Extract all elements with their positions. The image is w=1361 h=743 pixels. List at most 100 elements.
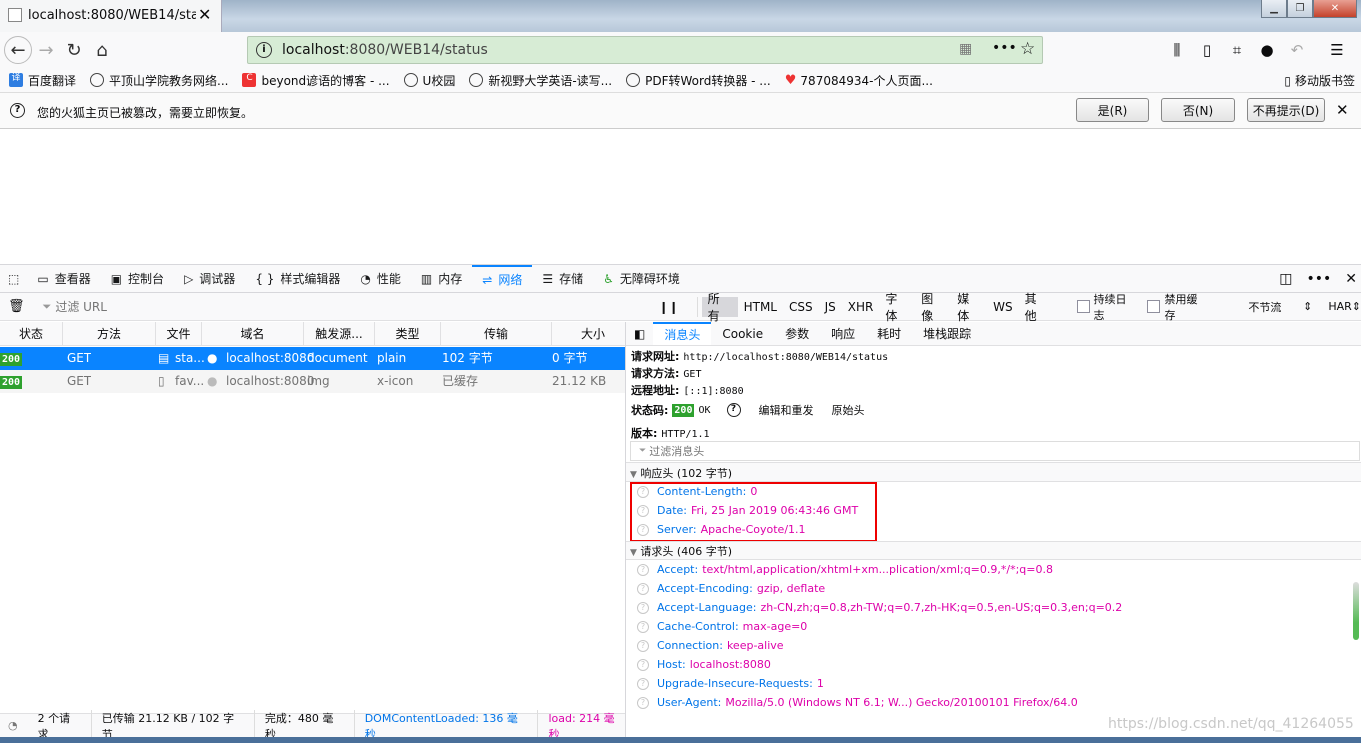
filter-other[interactable]: 其他 (1019, 292, 1055, 323)
tab-console[interactable]: ▣ 控制台 (101, 265, 174, 293)
col-method[interactable]: 方法 (63, 322, 156, 346)
bookmark-item[interactable]: U校园 (403, 72, 455, 89)
disable-cache-checkbox[interactable]: 禁用缓存 (1147, 291, 1208, 323)
bookmark-item[interactable]: ♥ 787084934-个人页面... (785, 72, 933, 89)
tab-performance[interactable]: ◔ 性能 (350, 265, 411, 293)
help-icon[interactable]: ? (726, 403, 741, 417)
no-button[interactable]: 否(N) (1161, 98, 1235, 122)
request-headers-section[interactable]: ▼ 请求头 (406 字节) (630, 543, 732, 559)
reload-button[interactable]: ↻ (60, 36, 88, 64)
menu-icon[interactable]: ☰ (1326, 41, 1348, 59)
performance-analysis-icon[interactable]: ◔ (8, 719, 18, 732)
tab-headers[interactable]: 消息头 (653, 322, 712, 345)
throttle-select[interactable]: 不节流 ⇕ (1248, 299, 1312, 315)
filter-images[interactable]: 图像 (915, 292, 951, 323)
tab-label: 存储 (559, 272, 584, 286)
mobile-bookmarks[interactable]: ▯ 移动版书签 (1284, 72, 1355, 89)
close-window-button[interactable]: ✕ (1313, 0, 1357, 18)
yes-button[interactable]: 是(R) (1076, 98, 1149, 122)
bookmark-item[interactable]: 新视野大学英语-读写... (469, 72, 612, 89)
col-transferred[interactable]: 传输 (441, 322, 552, 346)
undo-icon[interactable]: ↶ (1286, 41, 1308, 59)
tab-timings[interactable]: 耗时 (866, 322, 912, 345)
help-icon[interactable]: ? (637, 583, 649, 595)
trash-icon[interactable]: 🗑 (8, 299, 25, 314)
filter-headers-field[interactable]: ⏷ (630, 441, 1360, 461)
filter-url-input[interactable] (55, 299, 655, 314)
filter-all[interactable]: 所有 (701, 292, 738, 323)
filter-headers-input[interactable] (649, 444, 1250, 458)
filter-xhr[interactable]: XHR (842, 297, 880, 317)
col-status[interactable]: 状态 (0, 322, 63, 346)
help-icon[interactable]: ? (637, 697, 649, 709)
element-picker-icon[interactable]: ⬚ (0, 265, 27, 293)
browser-tab[interactable]: localhost:8080/WEB14/status ✕ (0, 0, 222, 32)
col-type[interactable]: 类型 (375, 322, 441, 346)
panel-splitter[interactable] (625, 322, 626, 743)
collapse-arrow-icon: ▼ (630, 470, 637, 480)
bookmark-item[interactable]: Cbeyond谚语的博客 - ... (242, 72, 390, 89)
bookmark-star-icon[interactable]: ☆ (1020, 39, 1035, 59)
help-icon[interactable]: ? (637, 659, 649, 671)
sidebar-icon[interactable]: ▯ (1196, 41, 1218, 59)
persist-log-checkbox[interactable]: 持续日志 (1076, 291, 1138, 323)
qr-code-icon[interactable]: ▦ (959, 41, 972, 57)
col-cause[interactable]: 触发源... (304, 322, 375, 346)
bookmark-item[interactable]: 平顶山学院教务网络... (90, 72, 228, 89)
tab-network[interactable]: ⇌ 网络 (472, 264, 533, 293)
col-domain[interactable]: 域名 (202, 322, 304, 346)
home-button[interactable]: ⌂ (88, 36, 116, 64)
help-icon[interactable]: ? (637, 564, 649, 576)
more-options-icon[interactable]: ••• (1306, 271, 1331, 287)
bookmark-item[interactable]: PDF转Word转换器 - ... (626, 72, 771, 89)
screenshot-icon[interactable]: ⌗ (1226, 41, 1248, 59)
col-size[interactable]: 大小 (552, 322, 625, 346)
minimize-window-button[interactable]: ▁ (1261, 0, 1287, 18)
filter-fonts[interactable]: 字体 (879, 292, 915, 323)
tab-accessibility[interactable]: ♿ 无障碍环境 (593, 265, 690, 293)
close-notice-icon[interactable]: ✕ (1336, 101, 1349, 119)
raw-headers-button[interactable]: 原始头 (826, 402, 871, 418)
filter-ws[interactable]: WS (987, 297, 1018, 317)
help-icon[interactable]: ? (637, 602, 649, 614)
bookmark-item[interactable]: 译百度翻译 (9, 72, 76, 89)
toggle-panel-icon[interactable]: ◧ (626, 322, 653, 345)
tab-inspector[interactable]: ▭ 查看器 (27, 265, 100, 293)
tab-debugger[interactable]: ▷ 调试器 (174, 265, 245, 293)
chat-icon[interactable]: ● (1256, 41, 1278, 59)
dock-icon[interactable]: ◫ (1279, 271, 1292, 287)
response-headers-section[interactable]: ▼ 响应头 (102 字节) (630, 465, 732, 481)
filter-media[interactable]: 媒体 (951, 292, 987, 323)
url-bar[interactable]: i localhost:8080/WEB14/status ▦ ••• ☆ (247, 36, 1043, 64)
filter-js[interactable]: JS (819, 297, 842, 317)
pause-icon[interactable]: ❙❙ (659, 300, 679, 314)
close-tab-icon[interactable]: ✕ (198, 5, 211, 24)
tab-memory[interactable]: ▥ 内存 (411, 265, 472, 293)
tab-storage[interactable]: ☰ 存储 (532, 265, 593, 293)
help-icon[interactable]: ? (637, 678, 649, 690)
table-row[interactable]: 200 GET ▤ sta... ● localhost:8080 docume… (0, 347, 625, 370)
close-devtools-icon[interactable]: ✕ (1345, 271, 1357, 287)
help-icon[interactable]: ? (637, 640, 649, 652)
page-actions-icon[interactable]: ••• (992, 40, 1017, 56)
tab-params[interactable]: 参数 (774, 322, 820, 345)
table-row[interactable]: 200 GET ▯ fav... ● localhost:8080 img x-… (0, 370, 625, 393)
filter-css[interactable]: CSS (783, 297, 819, 317)
edit-resend-button[interactable]: 编辑和重发 (753, 402, 820, 418)
back-button[interactable]: ← (4, 36, 32, 64)
col-file[interactable]: 文件 (156, 322, 202, 346)
filter-html[interactable]: HTML (738, 297, 783, 317)
tab-style-editor[interactable]: { } 样式编辑器 (245, 265, 350, 293)
tab-cookies[interactable]: Cookie (711, 322, 774, 345)
tab-stack-trace[interactable]: 堆栈跟踪 (912, 322, 982, 345)
library-icon[interactable]: ⫼ (1166, 41, 1188, 59)
forward-button[interactable]: → (32, 36, 60, 64)
tab-response[interactable]: 响应 (820, 322, 866, 345)
url-text[interactable]: localhost:8080/WEB14/status (282, 42, 488, 58)
site-info-icon[interactable]: i (256, 42, 272, 58)
scrollbar-thumb[interactable] (1353, 582, 1359, 640)
help-icon[interactable]: ? (637, 621, 649, 633)
maximize-window-button[interactable]: ❐ (1287, 0, 1313, 18)
har-menu[interactable]: HAR ⇕ (1328, 300, 1361, 313)
never-show-button[interactable]: 不再提示(D) (1247, 98, 1325, 122)
